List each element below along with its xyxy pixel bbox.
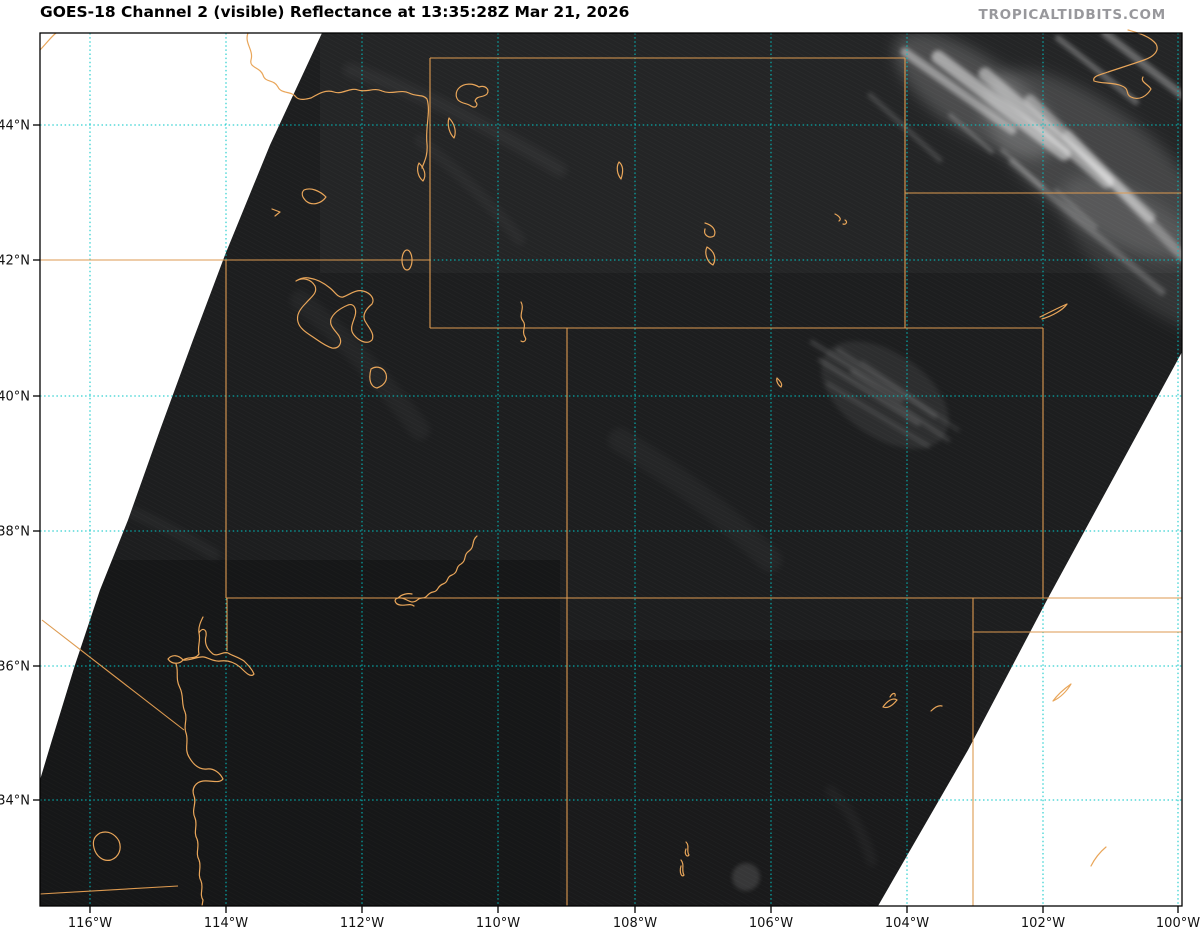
lake-meredith (1052, 683, 1072, 702)
lat-label: 38°N (0, 525, 30, 540)
lon-label: 106°W (749, 916, 793, 929)
white-sands-bright-patch (732, 863, 760, 891)
map-canvas: 44°N 42°N 40°N 38°N 36°N 34°N 116°W 114°W 112°W 1… (0, 29, 1200, 929)
page-title: GOES-18 Channel 2 (visible) Reflectance … (40, 3, 630, 21)
snake-river-west-stub (39, 32, 57, 51)
lon-label: 116°W (68, 916, 112, 929)
lat-label: 36°N (0, 660, 30, 675)
lon-label: 108°W (613, 916, 657, 929)
lon-label: 102°W (1021, 916, 1065, 929)
lat-label: 42°N (0, 254, 30, 269)
red-river-squiggle (1090, 846, 1107, 867)
lat-label: 44°N (0, 119, 30, 134)
lat-label: 34°N (0, 794, 30, 809)
lon-label: 104°W (885, 916, 929, 929)
lon-label: 114°W (204, 916, 248, 929)
lon-label: 110°W (476, 916, 520, 929)
satellite-swath (40, 33, 1182, 906)
lon-label: 112°W (340, 916, 384, 929)
lon-label: 100°W (1156, 916, 1200, 929)
lat-label: 40°N (0, 390, 30, 405)
watermark-tropicaltidbits: TROPICALTIDBITS.COM (978, 7, 1166, 23)
satellite-map-panel: 44°N 42°N 40°N 38°N 36°N 34°N 116°W 114°W 112°W 1… (0, 0, 1200, 929)
